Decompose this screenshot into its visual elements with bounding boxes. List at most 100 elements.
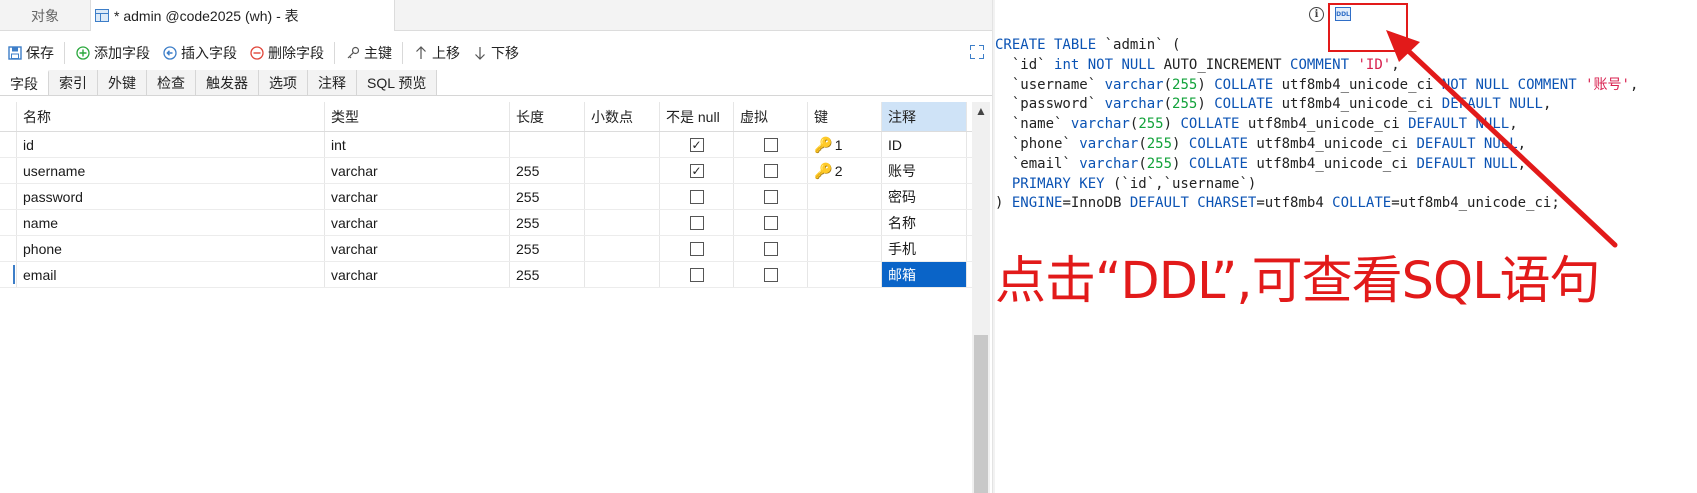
insert-field-button[interactable]: 插入字段	[162, 40, 237, 66]
tab-comment[interactable]: 注释	[308, 70, 357, 95]
scrollbar-thumb[interactable]	[974, 335, 988, 493]
header-virtual-label: 虚拟	[740, 108, 768, 125]
primary-key-button[interactable]: 主键	[345, 40, 392, 66]
field-decimals-cell[interactable]	[585, 132, 660, 157]
header-not-null[interactable]: 不是 null	[660, 102, 734, 131]
field-name-cell[interactable]: email	[17, 262, 325, 287]
not-null-checkbox[interactable]: ✓	[689, 163, 704, 178]
table-row[interactable]: name varchar 255 名称	[0, 210, 975, 236]
sql-token: COLLATE	[1188, 155, 1248, 172]
header-virtual[interactable]: 虚拟	[734, 102, 808, 131]
field-comment-cell[interactable]: 名称	[882, 210, 967, 235]
key-cell[interactable]: 🔑 2	[808, 158, 882, 183]
virtual-checkbox[interactable]	[763, 189, 778, 204]
move-down-button[interactable]: 下移	[472, 40, 519, 66]
key-cell[interactable]	[808, 236, 882, 261]
field-comment-cell[interactable]: ID	[882, 132, 967, 157]
field-length-cell[interactable]: 255	[510, 262, 585, 287]
field-decimals-cell[interactable]	[585, 158, 660, 183]
field-comment-cell[interactable]: 账号	[882, 158, 967, 183]
field-length-cell[interactable]: 255	[510, 184, 585, 209]
row-marker[interactable]	[0, 210, 17, 235]
row-marker[interactable]	[0, 236, 17, 261]
tab-triggers[interactable]: 触发器	[196, 70, 259, 95]
field-name-cell[interactable]: name	[17, 210, 325, 235]
key-cell[interactable]	[808, 184, 882, 209]
not-null-checkbox[interactable]	[689, 215, 704, 230]
info-icon[interactable]: i	[1309, 7, 1324, 22]
field-length-cell[interactable]: 255	[510, 210, 585, 235]
table-row[interactable]: phone varchar 255 手机	[0, 236, 975, 262]
field-length-cell[interactable]	[510, 132, 585, 157]
not-null-checkbox[interactable]	[689, 267, 704, 282]
scroll-up-icon[interactable]: ▲	[972, 102, 990, 120]
tab-objects[interactable]: 对象	[0, 0, 90, 31]
virtual-checkbox[interactable]	[763, 267, 778, 282]
tab-indexes[interactable]: 索引	[49, 70, 98, 95]
table-row[interactable]: id int ✓ 🔑 1 ID	[0, 132, 975, 158]
tab-checks[interactable]: 检查	[147, 70, 196, 95]
virtual-cell	[734, 236, 808, 261]
not-null-checkbox[interactable]: ✓	[689, 137, 704, 152]
tab-options[interactable]: 选项	[259, 70, 308, 95]
key-cell[interactable]: 🔑 1	[808, 132, 882, 157]
header-type[interactable]: 类型	[325, 102, 510, 131]
table-row[interactable]: email varchar 255 邮箱	[0, 262, 975, 288]
field-decimals-cell[interactable]	[585, 236, 660, 261]
row-marker[interactable]	[0, 262, 17, 287]
field-name-cell[interactable]: password	[17, 184, 325, 209]
window-tab-bar: 对象 * admin @code2025 (wh) - 表	[0, 0, 992, 31]
key-cell[interactable]	[808, 210, 882, 235]
field-type-cell[interactable]: varchar	[325, 158, 510, 183]
grid-scrollbar[interactable]: ▲	[972, 102, 990, 493]
field-type-cell[interactable]: int	[325, 132, 510, 157]
expand-icon[interactable]	[970, 45, 984, 59]
not-null-checkbox[interactable]	[689, 189, 704, 204]
field-decimals-cell[interactable]	[585, 262, 660, 287]
row-marker[interactable]	[0, 184, 17, 209]
field-length-cell[interactable]: 255	[510, 158, 585, 183]
field-decimals-cell[interactable]	[585, 184, 660, 209]
not-null-checkbox[interactable]	[689, 241, 704, 256]
field-name-cell[interactable]: username	[17, 158, 325, 183]
header-key[interactable]: 键	[808, 102, 882, 131]
sql-token: varchar	[1070, 116, 1130, 133]
delete-field-button[interactable]: 删除字段	[249, 40, 324, 66]
header-comment[interactable]: 注释	[882, 102, 967, 131]
header-decimals[interactable]: 小数点	[585, 102, 660, 131]
virtual-checkbox[interactable]	[763, 241, 778, 256]
field-name-cell[interactable]: id	[17, 132, 325, 157]
virtual-checkbox[interactable]	[763, 137, 778, 152]
field-name-cell[interactable]: phone	[17, 236, 325, 261]
field-type-cell[interactable]: varchar	[325, 262, 510, 287]
primary-key-icon: 🔑	[814, 136, 833, 154]
sql-token: `phone`	[995, 135, 1080, 152]
tab-admin-table[interactable]: * admin @code2025 (wh) - 表	[90, 0, 395, 31]
field-type-cell[interactable]: varchar	[325, 210, 510, 235]
table-row[interactable]: password varchar 255 密码	[0, 184, 975, 210]
key-cell[interactable]	[808, 262, 882, 287]
field-type-cell[interactable]: varchar	[325, 236, 510, 261]
move-up-button[interactable]: 上移	[413, 40, 460, 66]
sql-token: CREATE TABLE	[995, 37, 1097, 53]
header-name[interactable]: 名称	[17, 102, 325, 131]
virtual-checkbox[interactable]	[763, 215, 778, 230]
save-icon	[7, 45, 23, 61]
field-comment-cell[interactable]: 密码	[882, 184, 967, 209]
virtual-checkbox[interactable]	[763, 163, 778, 178]
header-length[interactable]: 长度	[510, 102, 585, 131]
field-length-cell[interactable]: 255	[510, 236, 585, 261]
save-button[interactable]: 保存	[7, 40, 54, 66]
row-marker[interactable]	[0, 158, 17, 183]
tab-fields[interactable]: 字段	[0, 70, 49, 95]
add-field-button[interactable]: 添加字段	[75, 40, 150, 66]
header-key-label: 键	[814, 108, 828, 125]
table-row[interactable]: username varchar 255 ✓ 🔑 2 账号	[0, 158, 975, 184]
field-type-cell[interactable]: varchar	[325, 184, 510, 209]
row-marker[interactable]	[0, 132, 17, 157]
field-comment-cell[interactable]: 手机	[882, 236, 967, 261]
tab-foreign-keys[interactable]: 外键	[98, 70, 147, 95]
field-comment-cell[interactable]: 邮箱	[882, 262, 967, 287]
field-decimals-cell[interactable]	[585, 210, 660, 235]
tab-sql-preview[interactable]: SQL 预览	[357, 70, 438, 95]
